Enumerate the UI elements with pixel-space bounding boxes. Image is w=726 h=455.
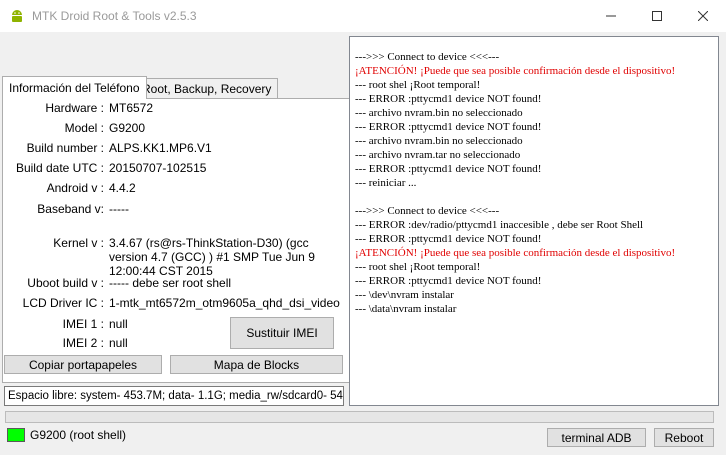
minimize-button[interactable] bbox=[588, 0, 634, 32]
log-console[interactable]: --->>> Connect to device <<<--- ¡ATENCIÓN… bbox=[349, 36, 719, 406]
copy-clipboard-button[interactable]: Copiar portapapeles bbox=[4, 355, 162, 374]
uboot-label: Uboot build v : bbox=[27, 276, 104, 290]
log-line: --- archivo nvram.tar no seleccionado bbox=[355, 149, 521, 161]
status-led bbox=[7, 428, 25, 442]
lcd-driver-label: LCD Driver IC : bbox=[22, 296, 104, 310]
log-line: ¡ATENCIÓN! ¡Puede que sea posible confir… bbox=[355, 65, 676, 77]
imei1-label: IMEI 1 : bbox=[62, 317, 104, 331]
model-value: G9200 bbox=[109, 121, 146, 135]
log-line: --- archivo nvram.bin no seleccionado bbox=[355, 135, 523, 147]
imei2-value: null bbox=[109, 336, 128, 350]
title-bar: MTK Droid Root & Tools v2.5.3 bbox=[0, 0, 726, 32]
model-label: Model : bbox=[64, 121, 104, 135]
hardware-value: MT6572 bbox=[109, 101, 154, 115]
close-icon bbox=[698, 11, 708, 21]
replace-imei-button[interactable]: Sustituir IMEI bbox=[230, 317, 334, 349]
log-line: --- ERROR :pttycmd1 device NOT found! bbox=[355, 163, 542, 175]
log-line: --- root shel ¡Root temporal! bbox=[355, 79, 481, 91]
free-space-field[interactable]: Espacio libre: system- 453.7M; data- 1.1… bbox=[4, 386, 344, 406]
imei1-value: null bbox=[109, 317, 128, 331]
log-line: --- reiniciar ... bbox=[355, 177, 417, 189]
maximize-button[interactable] bbox=[634, 0, 680, 32]
log-line: ¡ATENCIÓN! ¡Puede que sea posible confir… bbox=[355, 247, 676, 259]
log-line: --- ERROR :pttycmd1 device NOT found! bbox=[355, 121, 542, 133]
terminal-adb-button[interactable]: terminal ADB bbox=[547, 428, 646, 447]
baseband-value: ----- bbox=[109, 202, 129, 216]
log-line: --- \dev\nvram instalar bbox=[355, 289, 454, 301]
close-button[interactable] bbox=[680, 0, 726, 32]
log-line: --- ERROR :pttycmd1 device NOT found! bbox=[355, 93, 542, 105]
kernel-label: Kernel v : bbox=[53, 236, 104, 250]
build-date-label: Build date UTC : bbox=[15, 161, 104, 175]
uboot-value: ----- debe ser root shell bbox=[109, 276, 232, 290]
log-line: --- ERROR :pttycmd1 device NOT found! bbox=[355, 275, 542, 287]
maximize-icon bbox=[652, 11, 662, 21]
android-icon bbox=[12, 10, 22, 22]
log-line: --- archivo nvram.bin no seleccionado bbox=[355, 107, 523, 119]
blocks-map-button[interactable]: Mapa de Blocks bbox=[170, 355, 343, 374]
minimize-icon bbox=[606, 15, 616, 17]
android-version-label: Android v : bbox=[46, 181, 104, 195]
tab-phone-info[interactable]: Información del Teléfono bbox=[2, 76, 147, 99]
build-date-value: 20150707-102515 bbox=[109, 161, 207, 175]
kernel-value: 3.4.67 (rs@rs-ThinkStation-D30) (gcc ver… bbox=[109, 236, 315, 278]
status-text: G9200 (root shell) bbox=[30, 428, 127, 442]
hardware-label: Hardware : bbox=[45, 101, 104, 115]
progress-bar bbox=[5, 411, 714, 423]
phone-info-panel: Hardware : MT6572 Model : G9200 Build nu… bbox=[2, 98, 350, 383]
log-line: --- \data\nvram instalar bbox=[355, 303, 457, 315]
log-line: --- root shel ¡Root temporal! bbox=[355, 261, 481, 273]
tab-root-backup-recovery[interactable]: Root, Backup, Recovery bbox=[135, 78, 279, 99]
reboot-button[interactable]: Reboot bbox=[654, 428, 714, 447]
log-line: --- ERROR :pttycmd1 device NOT found! bbox=[355, 233, 542, 245]
lcd-driver-value: 1-mtk_mt6572m_otm9605a_qhd_dsi_video bbox=[109, 296, 340, 310]
log-line: --->>> Connect to device <<<--- bbox=[355, 205, 500, 217]
imei2-label: IMEI 2 : bbox=[62, 336, 104, 350]
build-number-value: ALPS.KK1.MP6.V1 bbox=[109, 141, 212, 155]
window-title: MTK Droid Root & Tools v2.5.3 bbox=[32, 9, 197, 23]
log-line: --->>> Connect to device <<<--- bbox=[355, 51, 500, 63]
baseband-label: Baseband v: bbox=[37, 202, 104, 216]
android-version-value: 4.4.2 bbox=[109, 181, 136, 195]
build-number-label: Build number : bbox=[26, 141, 104, 155]
log-line: --- ERROR :dev/radio/pttycmd1 inaccesibl… bbox=[355, 219, 644, 231]
